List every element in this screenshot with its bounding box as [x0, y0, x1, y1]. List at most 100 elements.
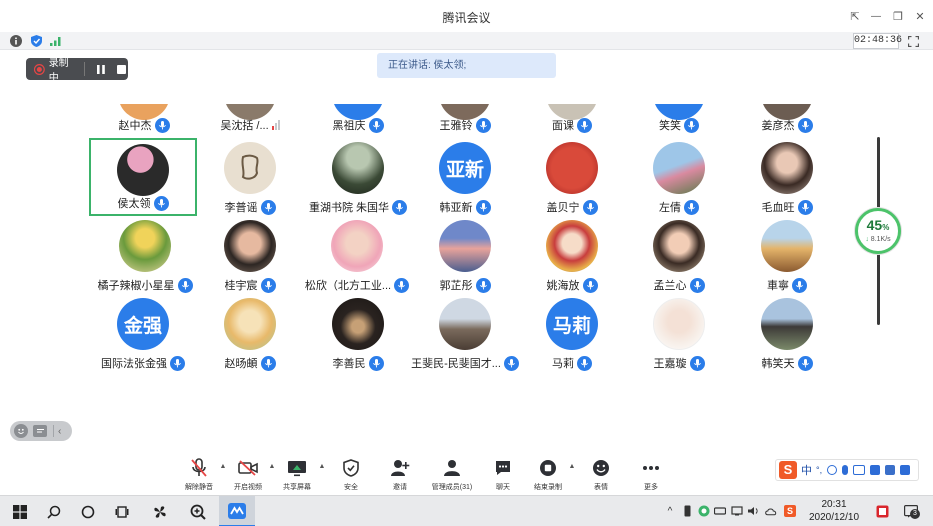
tray-expand-button[interactable]: ^ — [664, 504, 676, 518]
tray-volume-icon[interactable] — [748, 504, 760, 518]
reactions-button[interactable]: 表情 — [577, 458, 625, 494]
ime-toolbox-icon[interactable] — [870, 465, 881, 475]
tray-drive-icon[interactable] — [714, 504, 726, 518]
participant-name: 王雅铃 — [439, 120, 473, 132]
ime-voice-icon[interactable] — [842, 465, 849, 475]
participant-tile[interactable]: 王嘉璇 — [625, 298, 733, 378]
microphone-icon — [577, 355, 592, 371]
participant-tile[interactable]: 桂宇宸 — [196, 220, 304, 300]
participant-tile[interactable]: 韩笑天 — [733, 298, 841, 378]
security-button[interactable]: 安全 — [327, 458, 375, 494]
ime-keyboard-icon[interactable] — [853, 465, 866, 475]
participant-tile[interactable]: 盖贝宁 — [518, 142, 626, 222]
tray-cloud-icon[interactable] — [765, 504, 777, 518]
chat-button[interactable]: 聊天 — [479, 458, 527, 494]
ime-menu-icon[interactable] — [900, 465, 911, 475]
security-label: 安全 — [344, 484, 358, 491]
app-pinwheel-button[interactable] — [142, 496, 178, 526]
info-button[interactable] — [9, 34, 23, 48]
security-shield-button[interactable] — [29, 34, 43, 48]
participant-tile[interactable]: 李普谣 — [196, 142, 304, 222]
tray-phone-icon[interactable] — [681, 504, 693, 518]
participant-tile[interactable]: 赵旸頔 — [196, 298, 304, 378]
avatar-initials: 亚新 — [445, 159, 484, 181]
pause-recording-button[interactable] — [94, 62, 108, 76]
microphone-icon — [368, 117, 384, 133]
participant-tile[interactable]: 郭芷彤 — [411, 220, 519, 300]
participant-avatar — [761, 142, 813, 194]
microphone-icon — [153, 195, 169, 211]
emoji-button[interactable] — [14, 424, 28, 438]
participant-name-row: 黑祖庆 — [304, 116, 412, 134]
stop-recording-button[interactable] — [114, 62, 128, 76]
participant-tile[interactable]: 亚新 韩亚新 — [411, 142, 519, 222]
more-icon — [641, 458, 661, 478]
participant-tile[interactable]: 马莉 马莉 — [518, 298, 626, 378]
microphone-icon — [260, 277, 276, 293]
chat-bubble-button[interactable] — [33, 425, 47, 437]
share-screen-button[interactable]: 共享屏幕 — [273, 458, 321, 494]
participant-name: 王嘉璇 — [653, 358, 687, 370]
participant-tile[interactable]: 毛血旺 — [733, 142, 841, 222]
fullscreen-button[interactable] — [906, 34, 920, 48]
participant-tile[interactable]: 面课 — [518, 104, 626, 134]
participant-name-row: 桂宇宸 — [196, 276, 304, 294]
signal-button[interactable] — [49, 34, 63, 48]
participant-tile[interactable]: 車寧 — [733, 220, 841, 300]
taskbar-clock[interactable]: 20:31 2020/12/10 — [800, 498, 868, 524]
participant-tile[interactable]: 松欣（北方工业... — [298, 220, 416, 300]
record-options-caret[interactable]: ▲ — [568, 463, 576, 471]
participant-tile[interactable]: 孟兰心 — [625, 220, 733, 300]
participant-tile[interactable]: 姜彦杰 — [733, 104, 841, 134]
participant-tile[interactable]: 王雅铃 — [411, 104, 519, 134]
tencent-meeting-taskbar-button[interactable] — [219, 496, 255, 526]
collapse-button[interactable] — [53, 425, 54, 437]
invite-button[interactable]: 邀请 — [376, 458, 424, 494]
mic-muted-icon — [189, 458, 209, 478]
more-button[interactable]: 更多 — [627, 458, 675, 494]
participant-tile[interactable]: 橘子辣椒小星星 — [88, 220, 202, 300]
start-video-button[interactable]: 开启视频 — [224, 458, 272, 494]
action-center-button[interactable]: 3 — [901, 504, 921, 519]
participant-tile[interactable]: 姚海放 — [518, 220, 626, 300]
participant-tile[interactable]: 金强 国际法张金强 — [88, 298, 198, 378]
tray-app-green-icon[interactable] — [698, 504, 710, 518]
ime-toolbar[interactable]: S 中 °, — [775, 459, 919, 481]
task-view-button[interactable] — [104, 496, 140, 526]
participant-tile[interactable]: 笑笑 — [625, 104, 733, 134]
participant-tile-active-speaker[interactable]: 侯太领 — [89, 138, 197, 216]
network-speed-gauge[interactable]: 45% ↓ 8.1K/s — [855, 208, 901, 254]
ime-punctuation[interactable]: °, — [816, 465, 822, 475]
magnifier-button[interactable] — [180, 496, 216, 526]
ime-language[interactable]: 中 — [801, 462, 812, 478]
participant-tile[interactable]: 黑祖庆 — [304, 104, 412, 134]
smile-icon — [18, 428, 24, 434]
tray-red-app-icon[interactable] — [875, 504, 889, 518]
participant-name: 松欣（北方工业... — [304, 280, 392, 292]
participant-tile[interactable]: 重湖书院 朱国华 — [304, 142, 412, 222]
floating-controls: ‹ — [10, 421, 72, 441]
participant-name-row: 重湖书院 朱国华 — [304, 198, 412, 216]
tray-network-icon[interactable] — [731, 504, 743, 518]
cortana-button[interactable] — [70, 496, 106, 526]
participant-tile[interactable]: 吴沈括 /... — [196, 104, 304, 134]
close-button[interactable]: ✕ — [907, 6, 933, 26]
manage-members-button[interactable]: 管理成员(31) — [427, 458, 477, 494]
participant-tile[interactable]: 赵中杰 — [90, 104, 198, 134]
chevron-left-icon[interactable]: ‹ — [58, 426, 61, 437]
participant-tile[interactable]: 左倩 — [625, 142, 733, 222]
ime-emoji-icon[interactable] — [827, 465, 838, 475]
microphone-icon — [154, 117, 170, 133]
participant-tile[interactable]: 王斐民-民斐国才... — [405, 298, 525, 378]
share-options-caret[interactable]: ▲ — [318, 463, 326, 471]
end-recording-button[interactable]: 结束录制 — [524, 458, 572, 494]
microphone-icon — [684, 199, 699, 215]
microphone-icon — [177, 277, 193, 293]
tray-sogou-icon[interactable]: S — [784, 504, 796, 518]
start-button[interactable] — [2, 496, 38, 526]
participant-name: 王斐民-民斐国才... — [411, 358, 501, 370]
ime-skin-icon[interactable] — [885, 465, 896, 475]
participant-tile[interactable]: 李善民 — [304, 298, 412, 378]
unmute-all-button[interactable]: 解除静音 — [175, 458, 223, 494]
search-button[interactable] — [36, 496, 72, 526]
